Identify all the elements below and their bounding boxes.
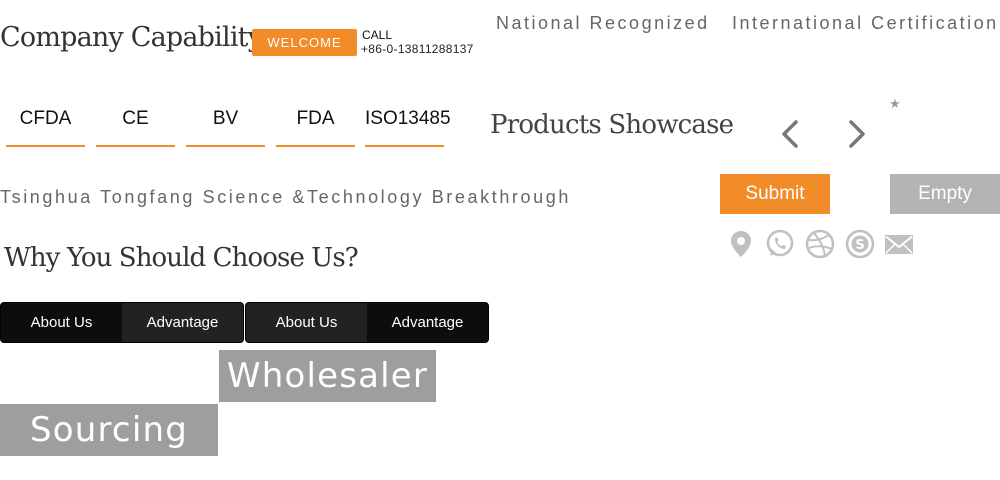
about-advantage-tabs: About Us Advantage	[245, 302, 489, 343]
empty-button[interactable]: Empty	[890, 174, 1000, 214]
tab-advantage[interactable]: Advantage	[122, 303, 243, 342]
location-icon[interactable]	[726, 229, 756, 259]
cert-tab-ce[interactable]: CE	[96, 100, 175, 147]
tsinghua-tagline: Tsinghua Tongfang Science &Technology Br…	[0, 187, 571, 207]
cert-tab-cfda[interactable]: CFDA	[6, 100, 85, 147]
company-capability-title: Company Capability	[0, 22, 263, 53]
about-advantage-tabs: About Us Advantage	[0, 302, 244, 343]
tab-about-us[interactable]: About Us	[1, 303, 122, 342]
cert-label: CE	[122, 108, 149, 129]
wholesaler-tag[interactable]: Wholesaler	[219, 350, 436, 402]
tab-advantage[interactable]: Advantage	[367, 303, 488, 342]
tab-about-us[interactable]: About Us	[246, 303, 367, 342]
welcome-button[interactable]: WELCOME	[252, 29, 357, 56]
mail-icon[interactable]	[884, 229, 914, 259]
products-showcase-title: Products Showcase	[490, 110, 734, 140]
cert-label: CFDA	[19, 108, 72, 129]
cert-label: BV	[212, 108, 239, 129]
sourcing-tag[interactable]: Sourcing	[0, 404, 218, 456]
cert-label: FDA	[296, 108, 335, 129]
cert-label: ISO13485	[365, 108, 451, 129]
why-choose-us-title: Why You Should Choose Us?	[4, 243, 359, 273]
dribbble-icon[interactable]	[805, 229, 835, 259]
cert-tab-bv[interactable]: BV	[186, 100, 265, 147]
tagline-national-recognized: National Recognized	[496, 13, 710, 33]
star-icon: ★	[889, 96, 901, 111]
svg-text:S: S	[855, 238, 864, 253]
cert-tab-fda[interactable]: FDA	[276, 100, 355, 147]
call-label: CALL	[362, 28, 393, 42]
whatsapp-icon[interactable]	[765, 229, 795, 259]
submit-button[interactable]: Submit	[720, 174, 830, 214]
call-number[interactable]: +86-0-13811288137	[361, 42, 474, 56]
chevron-left-icon[interactable]	[779, 118, 801, 150]
skype-icon[interactable]: S	[845, 229, 875, 259]
tagline-international-certification: International Certification	[732, 13, 999, 33]
cert-tab-iso13485[interactable]: ISO13485	[365, 100, 451, 147]
chevron-right-icon[interactable]	[846, 118, 868, 150]
